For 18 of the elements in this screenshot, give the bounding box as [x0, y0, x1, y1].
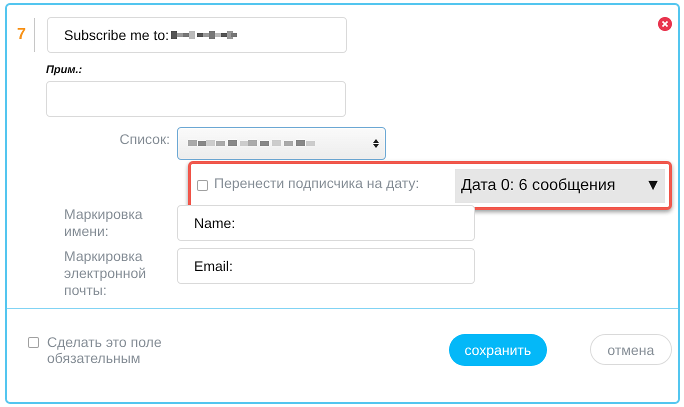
move-label: Перенести подписчика на дату:	[214, 174, 420, 190]
note-field[interactable]	[46, 81, 346, 117]
mapping-label: Маркировка электронной почты:	[64, 248, 148, 299]
list-label: Список:	[118, 130, 171, 148]
required-label: Сделать это поле обязательным	[47, 334, 163, 366]
redacted-drawing	[171, 31, 238, 39]
mapping-field[interactable]: Email:	[177, 248, 475, 284]
date-select[interactable]: Дата 0: 6 сообщения ▼	[455, 168, 665, 202]
move-checkbox[interactable]	[197, 180, 208, 191]
sort-arrows-icon	[373, 139, 379, 148]
mapping-field[interactable]: Name:	[177, 205, 475, 241]
mapping-label: Маркировка имени:	[64, 206, 144, 240]
list-select[interactable]	[177, 127, 386, 160]
note-label: Прим.:	[46, 64, 84, 76]
required-checkbox[interactable]	[28, 336, 39, 348]
field-number: 7	[9, 18, 35, 52]
question-field[interactable]: Subscribe me to:	[47, 17, 347, 53]
close-icon[interactable]	[658, 17, 672, 31]
